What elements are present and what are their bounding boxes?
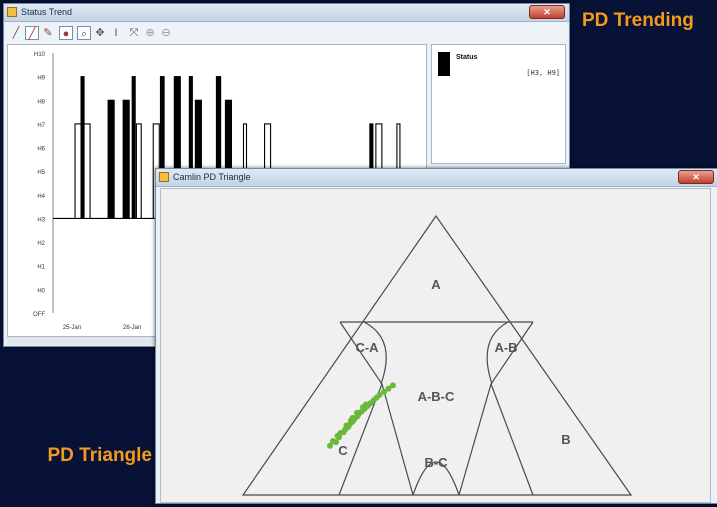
data-point <box>363 401 369 408</box>
triangle-panel: A A-B C-A A-B-C B C B-C <box>160 188 711 503</box>
data-point <box>340 429 347 436</box>
fit-tool-icon[interactable]: ⤧ <box>127 26 141 40</box>
region-label: B-C <box>424 455 448 470</box>
pd-triangle-window[interactable]: Camlin PD Triangle ✕ A A-B C-A A-B-C B C B-C <box>155 168 717 504</box>
app-icon <box>159 172 169 182</box>
divider-mid-right <box>490 383 534 496</box>
legend-panel: Status [H3, H9] <box>431 44 566 164</box>
close-button[interactable]: ✕ <box>529 5 565 19</box>
trend-pulse <box>135 123 142 220</box>
y-tick-label: H5 <box>37 170 45 176</box>
zoom-out-icon[interactable]: ⊖ <box>159 26 173 40</box>
y-tick-label: H7 <box>37 123 45 129</box>
outer-triangle <box>241 214 633 496</box>
y-tick-label: H9 <box>37 76 45 82</box>
region-label: A-B <box>494 340 517 355</box>
trend-pulse <box>74 123 82 220</box>
legend-range: [H3, H9] <box>526 69 560 77</box>
region-label: A-B-C <box>418 389 455 404</box>
data-point <box>354 409 360 416</box>
legend-swatch <box>438 52 450 76</box>
x-tick-label: 25-Jan <box>63 325 81 331</box>
app-icon <box>7 7 17 17</box>
pd-triangle-titlebar[interactable]: Camlin PD Triangle ✕ <box>156 169 717 187</box>
line-tool-icon[interactable]: ╱ <box>9 26 23 40</box>
window-title: Status Trend <box>21 7 73 17</box>
y-tick-label: H8 <box>37 99 45 105</box>
legend-title: Status <box>456 54 478 61</box>
divider-low-right <box>458 383 492 496</box>
data-point <box>390 382 396 389</box>
pen-tool-icon[interactable]: ✎ <box>41 26 55 40</box>
y-tick-label: H0 <box>37 288 45 294</box>
trend-pulse <box>107 99 115 220</box>
draw-tool-icon[interactable]: ╱ <box>25 26 39 40</box>
status-trend-titlebar[interactable]: Status Trend ✕ <box>4 4 569 22</box>
caption-pd-triangle: PD Triangle <box>47 445 152 466</box>
trend-pulse <box>131 76 136 220</box>
zoom-in-icon[interactable]: ⊕ <box>143 26 157 40</box>
trend-pulse <box>83 123 91 220</box>
zoom-tool-icon[interactable]: ⌕ <box>77 26 91 40</box>
divider-low-left <box>381 383 414 496</box>
data-point <box>336 434 342 441</box>
region-label: B <box>561 432 570 447</box>
region-label: C <box>338 443 348 458</box>
x-tick-label: 26-Jan <box>123 325 141 331</box>
pd-triangle-diagram: A A-B C-A A-B-C B C B-C <box>241 214 633 496</box>
y-tick-label: OFF <box>33 312 45 318</box>
y-tick-label: H6 <box>37 147 45 153</box>
data-point <box>349 414 356 421</box>
trend-pulse <box>122 99 130 220</box>
close-button[interactable]: ✕ <box>678 170 714 184</box>
pan-tool-icon[interactable]: ✥ <box>93 26 107 40</box>
y-tick-label: H1 <box>37 265 45 271</box>
y-tick-label: H10 <box>34 52 46 58</box>
y-tick-label: H2 <box>37 241 45 247</box>
window-title: Camlin PD Triangle <box>173 172 251 182</box>
caption-pd-trending: PD Trending <box>582 10 694 31</box>
y-tick-label: H4 <box>37 194 45 200</box>
region-label: C-A <box>355 340 379 355</box>
region-label: A <box>431 277 441 292</box>
marker-tool-icon[interactable]: ● <box>59 26 73 40</box>
y-tick-label: H3 <box>37 217 45 223</box>
toolbar: ╱ ╱ ✎ ● ⌕ ✥ I ⤧ ⊕ ⊖ <box>7 23 566 43</box>
cursor-tool-icon[interactable]: I <box>109 26 123 40</box>
data-point <box>343 422 350 429</box>
